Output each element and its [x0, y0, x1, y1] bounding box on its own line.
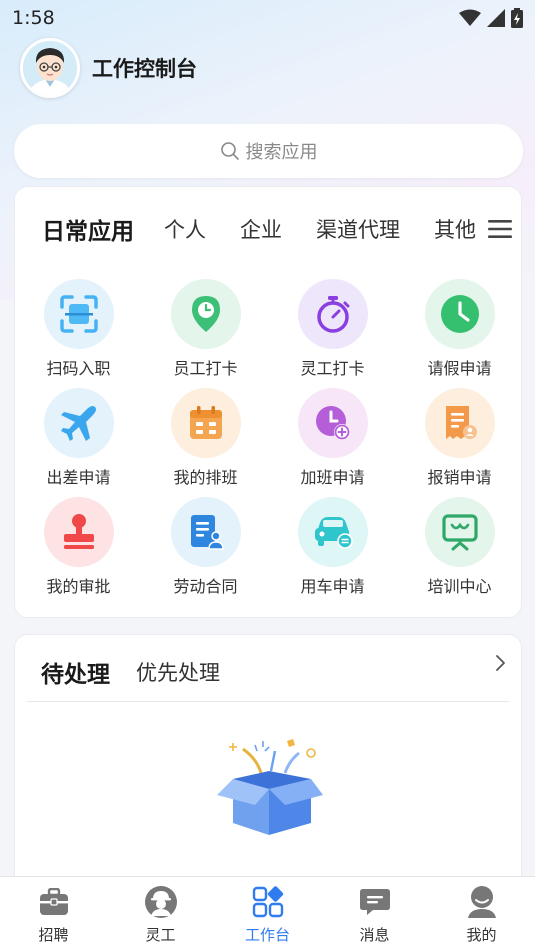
app-label: 员工打卡 [173, 359, 238, 378]
app-label: 我的审批 [46, 577, 111, 596]
app-label: 用车申请 [300, 577, 365, 596]
search-icon [220, 142, 239, 160]
nav-flex-worker[interactable]: 灵工 [107, 877, 214, 951]
app-vehicle-request[interactable]: 用车申请 [269, 497, 396, 606]
header: 工作控制台 [20, 38, 197, 98]
app-label: 请假申请 [427, 359, 492, 378]
empty-box-icon [217, 739, 323, 835]
tab-enterprise[interactable]: 企业 [240, 214, 282, 244]
nav-label: 消息 [359, 926, 390, 944]
calendar-icon [170, 388, 241, 458]
app-label: 扫码入职 [46, 359, 111, 378]
bottom-nav: 招聘 灵工 工作台 消息 我的 [0, 876, 535, 951]
nav-label: 我的 [466, 926, 497, 944]
airplane-icon [43, 388, 114, 458]
app-business-trip[interactable]: 出差申请 [15, 388, 142, 497]
todo-card: 待处理 优先处理 [14, 634, 522, 894]
profile-icon [465, 885, 499, 919]
stamp-icon [43, 497, 114, 567]
status-bar: 1:58 [0, 0, 535, 36]
app-flex-checkin[interactable]: 灵工打卡 [269, 279, 396, 388]
tab-channel-agent[interactable]: 渠道代理 [316, 214, 400, 244]
app-my-schedule[interactable]: 我的排班 [142, 388, 269, 497]
app-label: 报销申请 [427, 468, 492, 487]
tab-other[interactable]: 其他 [434, 214, 476, 244]
apps-tabs: 日常应用 个人 企业 渠道代理 其他 [15, 209, 521, 249]
app-label: 劳动合同 [173, 577, 238, 596]
avatar-icon [23, 41, 77, 95]
search-input[interactable]: 搜索应用 [14, 124, 523, 178]
tab-daily[interactable]: 日常应用 [42, 212, 134, 246]
app-training-center[interactable]: 培训中心 [396, 497, 521, 606]
battery-icon [511, 8, 523, 28]
briefcase-icon [37, 885, 71, 919]
avatar[interactable] [20, 38, 80, 98]
app-reimbursement[interactable]: 报销申请 [396, 388, 521, 497]
nav-profile[interactable]: 我的 [428, 877, 535, 951]
app-labor-contract[interactable]: 劳动合同 [142, 497, 269, 606]
contract-icon [170, 497, 241, 567]
menu-icon [488, 220, 512, 238]
divider [27, 701, 509, 702]
wifi-icon [459, 9, 481, 26]
app-employee-checkin[interactable]: 员工打卡 [142, 279, 269, 388]
nav-label: 灵工 [145, 926, 176, 944]
chevron-right-icon [496, 655, 505, 671]
apps-card: 日常应用 个人 企业 渠道代理 其他 扫码入职 员工打卡 灵工打卡 请假申请 出… [14, 186, 522, 618]
nav-label: 工作台 [244, 926, 290, 944]
signal-icon [487, 9, 505, 27]
app-label: 出差申请 [46, 468, 111, 487]
app-label: 加班申请 [300, 468, 365, 487]
overtime-clock-icon [297, 388, 368, 458]
nav-label: 招聘 [38, 926, 69, 944]
menu-button[interactable] [477, 209, 521, 249]
car-icon [297, 497, 368, 567]
app-overtime-request[interactable]: 加班申请 [269, 388, 396, 497]
scan-icon [43, 279, 114, 349]
worker-icon [144, 885, 178, 919]
nav-messages[interactable]: 消息 [321, 877, 428, 951]
app-label: 培训中心 [427, 577, 492, 596]
clock-icon [424, 279, 495, 349]
todo-tabs: 待处理 优先处理 [41, 655, 220, 689]
dashboard-icon [251, 885, 285, 919]
status-time: 1:58 [12, 7, 55, 29]
tab-personal[interactable]: 个人 [164, 214, 206, 244]
app-scan-onboard[interactable]: 扫码入职 [15, 279, 142, 388]
receipt-icon [424, 388, 495, 458]
location-pin-icon [170, 279, 241, 349]
nav-recruit[interactable]: 招聘 [0, 877, 107, 951]
search-placeholder: 搜索应用 [245, 142, 318, 163]
app-label: 灵工打卡 [300, 359, 365, 378]
apps-grid: 扫码入职 员工打卡 灵工打卡 请假申请 出差申请 我的排班 加班申请 报销申请 … [15, 279, 521, 606]
stopwatch-icon [297, 279, 368, 349]
app-leave-request[interactable]: 请假申请 [396, 279, 521, 388]
tab-pending[interactable]: 待处理 [41, 655, 110, 689]
message-icon [358, 885, 392, 919]
status-icons [459, 8, 523, 28]
tab-priority[interactable]: 优先处理 [136, 657, 220, 687]
nav-workbench[interactable]: 工作台 [214, 877, 321, 951]
page-title: 工作控制台 [92, 57, 197, 81]
todo-more-button[interactable] [495, 653, 507, 677]
app-my-approvals[interactable]: 我的审批 [15, 497, 142, 606]
training-board-icon [424, 497, 495, 567]
app-label: 我的排班 [173, 468, 238, 487]
